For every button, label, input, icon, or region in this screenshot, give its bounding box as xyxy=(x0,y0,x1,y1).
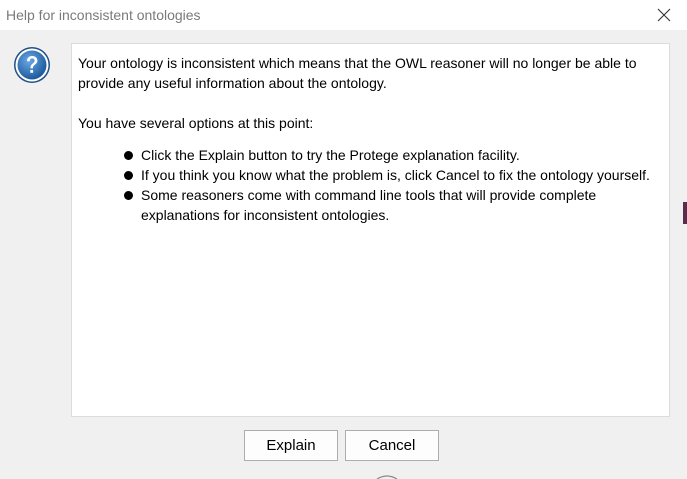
close-icon xyxy=(657,8,671,22)
title-bar: Help for inconsistent ontologies xyxy=(0,0,687,30)
message-panel: Your ontology is inconsistent which mean… xyxy=(71,43,670,417)
intro-text: Your ontology is inconsistent which mean… xyxy=(78,55,637,91)
background-window-edge xyxy=(683,202,687,224)
bullet-icon xyxy=(124,171,133,180)
options-heading: You have several options at this point: xyxy=(78,115,314,131)
bullet-icon xyxy=(124,151,133,160)
cancel-button[interactable]: Cancel xyxy=(345,430,439,461)
background-window-arc xyxy=(376,475,398,479)
question-icon xyxy=(14,47,50,83)
dialog-body: Your ontology is inconsistent which mean… xyxy=(0,30,687,479)
bullet-icon xyxy=(124,191,133,200)
list-item: If you think you know what the problem i… xyxy=(124,165,654,185)
list-item: Click the Explain button to try the Prot… xyxy=(124,145,654,165)
options-list: Click the Explain button to try the Prot… xyxy=(124,145,654,225)
option-text: If you think you know what the problem i… xyxy=(141,167,650,183)
list-item: Some reasoners come with command line to… xyxy=(124,185,654,225)
option-text: Some reasoners come with command line to… xyxy=(141,187,597,223)
explain-button[interactable]: Explain xyxy=(244,430,338,461)
window-title: Help for inconsistent ontologies xyxy=(6,7,201,23)
option-text: Click the Explain button to try the Prot… xyxy=(141,147,520,163)
close-button[interactable] xyxy=(641,0,687,30)
